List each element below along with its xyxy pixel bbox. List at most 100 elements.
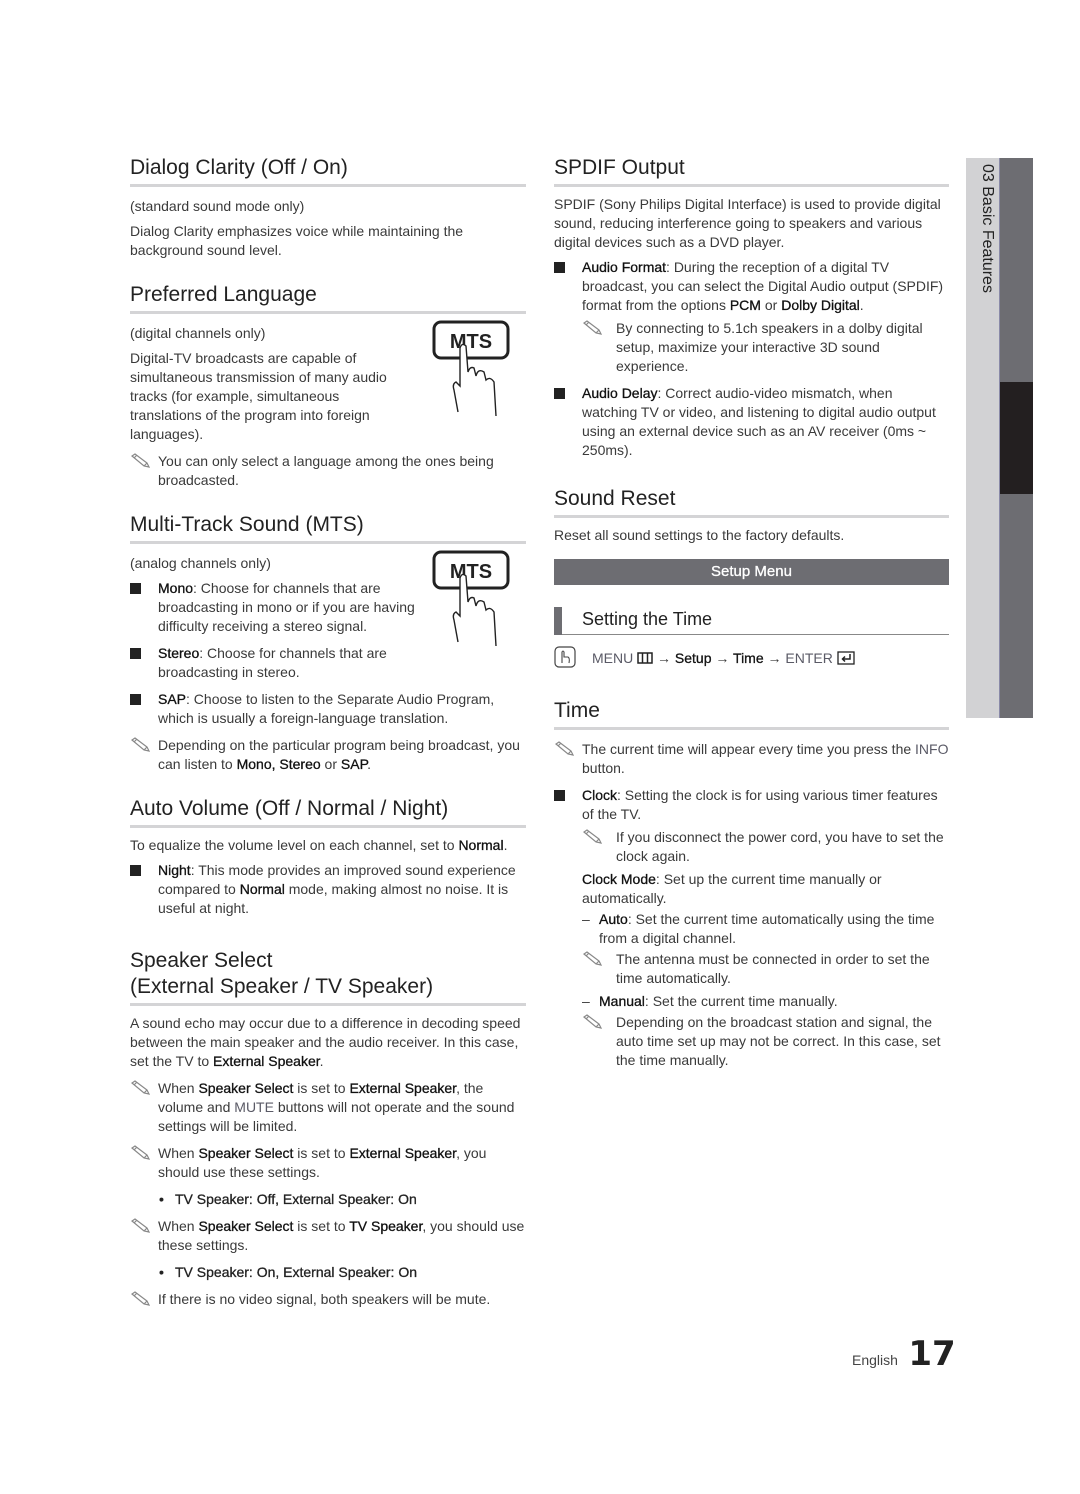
square-bullet-icon <box>554 790 565 801</box>
term: Clock Mode <box>582 871 656 887</box>
note: If you disconnect the power cord, you ha… <box>554 828 949 866</box>
bullet-text: TV Speaker: On, External Speaker: On <box>175 1264 418 1280</box>
settings-bullet: • TV Speaker: Off, External Speaker: On <box>130 1190 526 1209</box>
subsection-title-text: Setting the Time <box>582 609 713 629</box>
item-text: : Setting the clock is for using various… <box>582 787 938 822</box>
subsection-marker <box>554 607 562 635</box>
term: Auto <box>599 911 628 927</box>
remote-hand-icon <box>554 646 576 668</box>
dash-bullet-icon: – <box>582 993 590 1009</box>
body-text-part: A sound echo may occur due to a differen… <box>130 1015 521 1069</box>
square-bullet-icon <box>130 648 141 659</box>
term: Speaker Select <box>198 1218 294 1234</box>
note: By connecting to 5.1ch speakers in a dol… <box>554 319 949 376</box>
term: Audio Format <box>582 259 667 275</box>
remote-button-name: MUTE <box>234 1099 274 1115</box>
menu-path-enter: ENTER <box>785 650 833 666</box>
left-column: Dialog Clarity (Off / On) (standard soun… <box>130 155 526 1331</box>
note-text: or <box>320 756 341 772</box>
section-auto-volume: Auto Volume (Off / Normal / Night) To eq… <box>130 796 526 918</box>
dot-bullet-icon: • <box>159 1191 164 1207</box>
note: The current time will appear every time … <box>554 740 949 778</box>
menu-path-setup: Setup <box>674 650 712 666</box>
note: You can only select a language among the… <box>130 452 526 490</box>
arrow: → <box>711 650 734 666</box>
term: Audio Delay <box>582 385 658 401</box>
section-title: Dialog Clarity (Off / On) <box>130 155 526 187</box>
section-title: Auto Volume (Off / Normal / Night) <box>130 796 526 828</box>
section-title: Time <box>554 698 949 730</box>
note-text: button. <box>582 760 625 776</box>
term: Speaker Select <box>198 1080 294 1096</box>
setup-menu-banner: Setup Menu <box>554 559 949 585</box>
section-title: Sound Reset <box>554 486 949 518</box>
item-text: . <box>859 297 864 313</box>
body-text-part: To equalize the volume level on each cha… <box>130 837 459 853</box>
mts-button-hand-icon: MTS <box>432 550 510 647</box>
note-text: If there is no video signal, both speake… <box>158 1291 491 1307</box>
language-label: English <box>852 1352 898 1368</box>
remote-button-name: INFO <box>915 741 949 757</box>
list-item-audio-delay: Audio Delay: Correct audio-video mismatc… <box>554 384 949 460</box>
item-text: : Choose to listen to the Separate Audio… <box>158 691 495 726</box>
list-item-auto: – Auto: Set the current time automatical… <box>554 910 949 948</box>
note: If there is no video signal, both speake… <box>130 1290 526 1309</box>
mts-button-label: MTS <box>450 561 492 583</box>
body-text-part: . <box>319 1053 324 1069</box>
note-pencil-icon <box>582 951 603 966</box>
settings-bullet: • TV Speaker: On, External Speaker: On <box>130 1263 526 1282</box>
section-preferred-language: Preferred Language MTS (digital channels… <box>130 282 526 490</box>
note-pencil-icon <box>130 453 151 468</box>
item-text: or <box>760 297 782 313</box>
body-text: SPDIF (Sony Philips Digital Interface) i… <box>554 196 941 250</box>
note-text: is set to <box>293 1080 350 1096</box>
note-text: is set to <box>293 1145 350 1161</box>
term: Normal <box>458 837 504 853</box>
term: Stereo <box>158 645 200 661</box>
section-speaker-select: Speaker Select (External Speaker / TV Spe… <box>130 948 526 1309</box>
note-pencil-icon <box>130 1218 151 1233</box>
term: External Speaker <box>349 1145 457 1161</box>
term: Speaker Select <box>198 1145 294 1161</box>
note-text: The antenna must be connected in order t… <box>616 951 930 986</box>
note-pencil-icon <box>130 737 151 752</box>
note: When Speaker Select is set to External S… <box>130 1079 526 1136</box>
term: External Speaker <box>349 1080 457 1096</box>
term: External Speaker <box>213 1053 320 1069</box>
menu-path-menu: MENU <box>592 650 634 666</box>
condition-text: (digital channels only) <box>130 325 266 341</box>
body-text-part: . <box>503 837 508 853</box>
right-column: SPDIF Output SPDIF (Sony Philips Digital… <box>554 155 949 1078</box>
section-title: Preferred Language <box>130 282 526 314</box>
note-pencil-icon <box>130 1145 151 1160</box>
term: Normal <box>239 881 285 897</box>
note-text: When <box>158 1218 199 1234</box>
arrow: → <box>763 650 786 666</box>
note-pencil-icon <box>582 829 603 844</box>
body-text: To equalize the volume level on each cha… <box>130 836 526 855</box>
page-footer: English 17 <box>852 1334 956 1374</box>
note-text: If you disconnect the power cord, you ha… <box>616 829 944 864</box>
note: When Speaker Select is set to TV Speaker… <box>130 1217 526 1255</box>
page-number: 17 <box>908 1334 956 1374</box>
note-text: Depending on the broadcast station and s… <box>616 1014 941 1068</box>
term: Manual <box>599 993 645 1009</box>
note-text: The current time will appear every time … <box>582 741 916 757</box>
term: Mono <box>158 580 194 596</box>
note-pencil-icon <box>582 1014 603 1029</box>
note: Depending on the broadcast station and s… <box>554 1013 949 1070</box>
list-item-sap: SAP: Choose to listen to the Separate Au… <box>130 690 526 728</box>
body-text: A sound echo may occur due to a differen… <box>130 1014 526 1071</box>
term: Clock <box>582 787 618 803</box>
bullet-text: TV Speaker: Off, External Speaker: On <box>175 1191 417 1207</box>
square-bullet-icon <box>554 262 565 273</box>
condition-text: (standard sound mode only) <box>130 198 305 214</box>
list-item-stereo: Stereo: Choose for channels that are bro… <box>130 644 422 682</box>
section-spdif: SPDIF Output SPDIF (Sony Philips Digital… <box>554 155 949 460</box>
section-title: Speaker Select (External Speaker / TV Spe… <box>130 948 526 1006</box>
list-item-night: Night: This mode provides an improved so… <box>130 861 526 918</box>
note-text: is set to <box>293 1218 350 1234</box>
menu-icon <box>637 652 653 664</box>
dot-bullet-icon: • <box>159 1264 164 1280</box>
arrow: → <box>657 650 675 666</box>
